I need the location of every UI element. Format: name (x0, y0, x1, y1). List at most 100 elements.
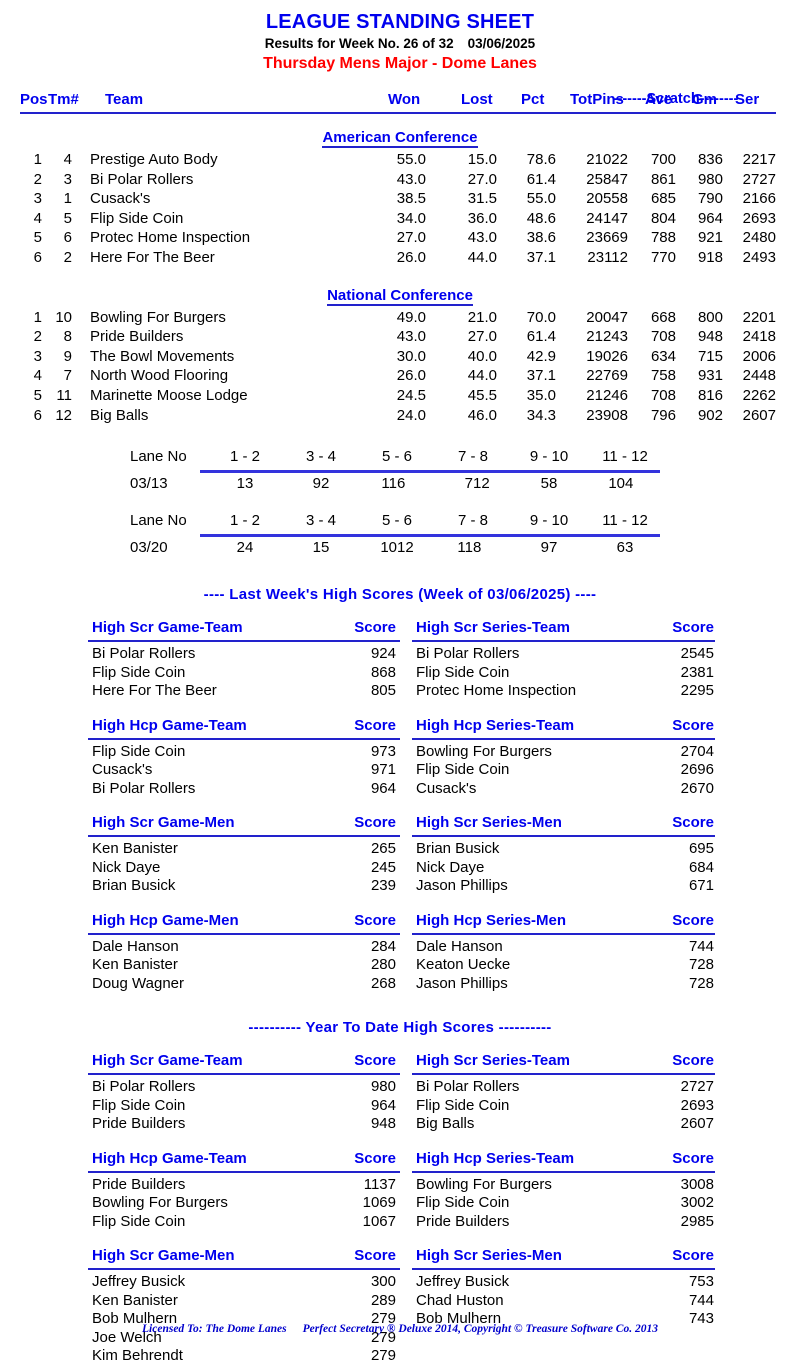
list-item[interactable]: Flip Side Coin 868 Flip Side Coin 2381 (0, 664, 800, 683)
table-row[interactable]: 6 12 Big Balls 24.0 46.0 34.3 23908 796 … (0, 407, 800, 427)
entry-score-left: 868 (370, 663, 396, 681)
entry-score-left: 973 (370, 742, 396, 760)
matchup-team-b: 3 (625, 539, 634, 557)
entry-name-left: Brian Busick (92, 877, 176, 895)
lane-pair-11-12: 11 - 12 (602, 512, 648, 530)
entry-name-left: Flip Side Coin (92, 1212, 186, 1230)
header-right: High Hcp Series-Men (416, 911, 567, 929)
entry-name-left: Kim Behrendt (92, 1347, 183, 1365)
cell-pos: 5 (33, 386, 42, 404)
table-row[interactable]: 4 7 North Wood Flooring 26.0 44.0 37.1 2… (0, 367, 800, 387)
matchup-team-a: 11 (381, 475, 397, 493)
list-item[interactable]: Pride Builders 948 Big Balls 2607 (0, 1115, 800, 1134)
list-item[interactable]: Bi Polar Rollers 924 Bi Polar Rollers 25… (0, 645, 800, 664)
header-right: High Hcp Series-Team (416, 1149, 575, 1167)
header-left: High Scr Game-Men (92, 1247, 235, 1265)
header-left-score: Score (354, 716, 396, 734)
entry-score-left: 971 (370, 761, 396, 779)
matchup-team-a: 7 (464, 475, 473, 493)
list-item[interactable]: Ken Banister 280 Keaton Uecke 728 (0, 956, 800, 975)
entry-score-right: 2704 (680, 742, 714, 760)
header-left: High Scr Game-Men (92, 814, 235, 832)
list-item[interactable]: Ken Banister 265 Brian Busick 695 (0, 840, 800, 859)
cell-team: Cusack's (90, 190, 151, 208)
entry-score-right: 2670 (680, 779, 714, 797)
table-row[interactable]: 5 6 Protec Home Inspection 27.0 43.0 38.… (0, 229, 800, 249)
entry-name-right: Dale Hanson (416, 937, 503, 955)
list-item[interactable]: Bi Polar Rollers 964 Cusack's 2670 (0, 780, 800, 799)
cell-pct: 42.9 (526, 347, 556, 365)
list-item[interactable]: Doug Wagner 268 Jason Phillips 728 (0, 975, 800, 994)
matchup-team-b: 7 (549, 539, 558, 557)
entry-score-right: 728 (688, 974, 714, 992)
list-item[interactable]: Flip Side Coin 1067 Pride Builders 2985 (0, 1213, 800, 1232)
table-row[interactable]: 6 2 Here For The Beer 26.0 44.0 37.1 231… (0, 249, 800, 269)
cell-totpins: 20047 (586, 308, 628, 326)
entry-name-right: Chad Huston (416, 1291, 504, 1309)
footer-software-credit: Perfect Secretary ® Deluxe 2014, Copyrig… (302, 1323, 658, 1335)
matchup-lane-11-12: 104 (588, 475, 662, 492)
cell-pos: 6 (33, 406, 42, 424)
list-item[interactable]: Here For The Beer 805 Protec Home Inspec… (0, 682, 800, 701)
list-item[interactable]: Brian Busick 239 Jason Phillips 671 (0, 877, 800, 896)
cell-won: 24.5 (396, 386, 426, 404)
entry-score-left: 1067 (362, 1212, 396, 1230)
high-score-rows: Jeffrey Busick 300 Jeffrey Busick 753 Ke… (0, 1273, 800, 1366)
cell-ave: 804 (650, 209, 676, 227)
cell-ave: 796 (650, 406, 676, 424)
cell-ser: 2727 (742, 170, 776, 188)
entry-name-left: Ken Banister (92, 840, 178, 858)
cell-ser: 2493 (742, 248, 776, 266)
high-score-headers: High Hcp Game-Men Score High Hcp Series-… (0, 911, 800, 935)
table-row[interactable]: 2 3 Bi Polar Rollers 43.0 27.0 61.4 2584… (0, 171, 800, 191)
cell-tm: 3 (63, 170, 72, 188)
list-item[interactable]: Jeffrey Busick 300 Jeffrey Busick 753 (0, 1273, 800, 1292)
league-name: Thursday Mens Major - Dome Lanes (263, 55, 537, 72)
entry-score-right: 2545 (680, 645, 714, 663)
cell-ser: 2480 (742, 229, 776, 247)
divider-right (412, 737, 715, 740)
cell-totpins: 23112 (587, 248, 628, 266)
entry-score-left: 280 (370, 956, 396, 974)
entry-score-left: 964 (370, 779, 396, 797)
entry-name-left: Flip Side Coin (92, 1096, 186, 1114)
list-item[interactable]: Bowling For Burgers 1069 Flip Side Coin … (0, 1194, 800, 1213)
list-item[interactable]: Bi Polar Rollers 980 Bi Polar Rollers 27… (0, 1078, 800, 1097)
entry-score-right: 2985 (680, 1212, 714, 1230)
cell-ave: 708 (650, 328, 676, 346)
list-item[interactable]: Flip Side Coin 973 Bowling For Burgers 2… (0, 743, 800, 762)
list-item[interactable]: Dale Hanson 284 Dale Hanson 744 (0, 938, 800, 957)
table-row[interactable]: 1 10 Bowling For Burgers 49.0 21.0 70.0 … (0, 309, 800, 329)
table-row[interactable]: 1 4 Prestige Auto Body 55.0 15.0 78.6 21… (0, 151, 800, 171)
list-item[interactable]: Ken Banister 289 Chad Huston 744 (0, 1292, 800, 1311)
table-row[interactable]: 3 1 Cusack's 38.5 31.5 55.0 20558 685 79… (0, 190, 800, 210)
cell-lost: 15.0 (467, 151, 497, 168)
cell-ser: 2217 (742, 151, 776, 168)
entry-score-right: 2381 (680, 663, 714, 681)
matchup-lane-3-4: 15 (284, 539, 358, 556)
list-item[interactable]: Cusack's 971 Flip Side Coin 2696 (0, 761, 800, 780)
cell-tm: 10 (55, 308, 72, 326)
table-row[interactable]: 3 9 The Bowl Movements 30.0 40.0 42.9 19… (0, 348, 800, 368)
footer-licensed-to: Licensed To: The Dome Lanes (142, 1323, 287, 1335)
list-item[interactable]: Nick Daye 245 Nick Daye 684 (0, 859, 800, 878)
column-header-ave: Ave (645, 91, 672, 108)
list-item[interactable]: Pride Builders 1137 Bowling For Burgers … (0, 1176, 800, 1195)
entry-score-right: 728 (688, 956, 714, 974)
header-right: High Scr Series-Men (416, 1247, 562, 1265)
matchup-team-b: 8 (549, 475, 558, 493)
cell-gm: 790 (697, 190, 723, 208)
cell-pos: 2 (33, 170, 42, 188)
table-row[interactable]: 4 5 Flip Side Coin 34.0 36.0 48.6 24147 … (0, 210, 800, 230)
table-row[interactable]: 2 8 Pride Builders 43.0 27.0 61.4 21243 … (0, 328, 800, 348)
cell-won: 26.0 (396, 248, 426, 266)
cell-tm: 6 (63, 229, 72, 247)
header-left: High Hcp Game-Team (92, 716, 247, 734)
high-score-rows: Bi Polar Rollers 980 Bi Polar Rollers 27… (0, 1078, 800, 1134)
table-row[interactable]: 5 11 Marinette Moose Lodge 24.5 45.5 35.… (0, 387, 800, 407)
cell-lost: 46.0 (467, 406, 497, 424)
list-item[interactable]: Kim Behrendt 279 (0, 1347, 800, 1366)
lane-header-row-1: Lane No 1 - 2 3 - 4 5 - 6 7 - 8 9 - 10 1… (0, 448, 800, 474)
lane-pair-9-10: 9 - 10 (529, 512, 569, 530)
list-item[interactable]: Flip Side Coin 964 Flip Side Coin 2693 (0, 1097, 800, 1116)
